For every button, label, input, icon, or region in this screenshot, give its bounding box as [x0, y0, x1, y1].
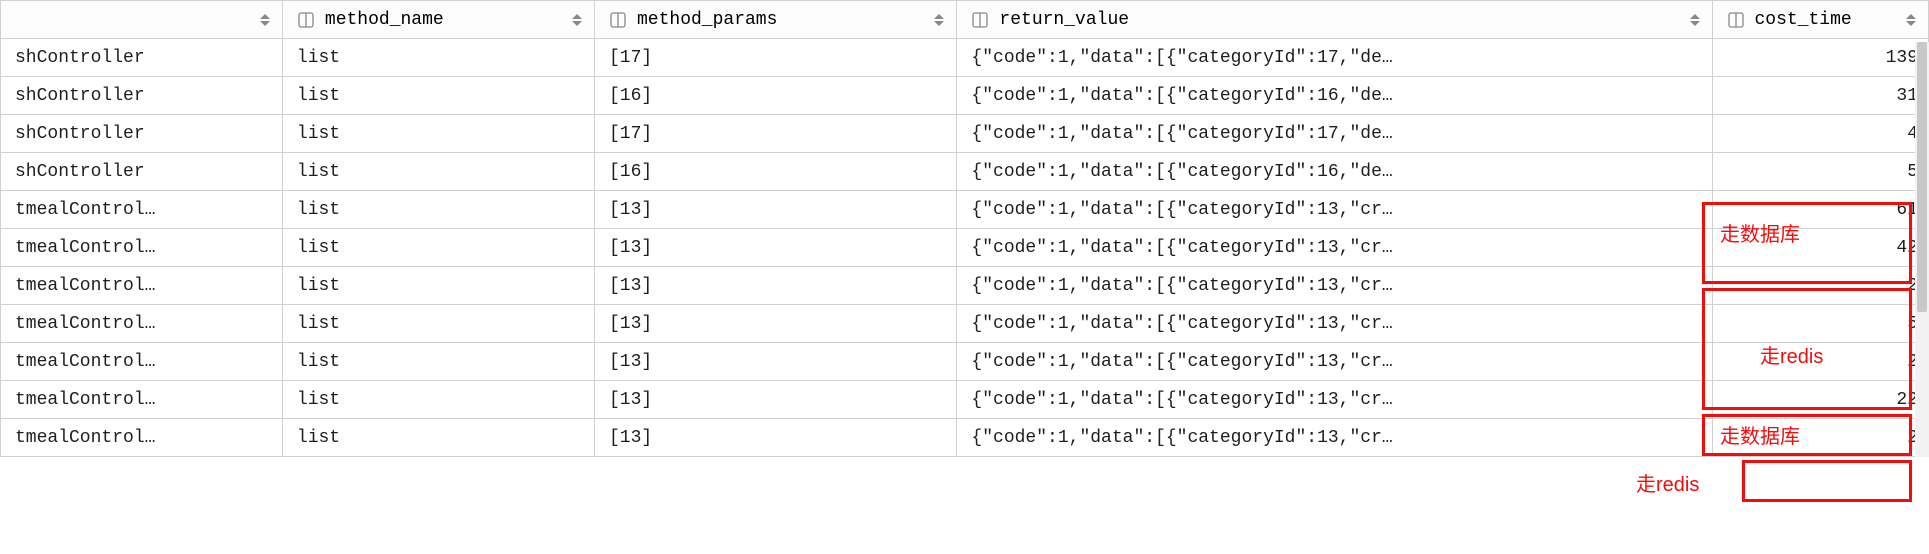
sort-icon[interactable]: [258, 14, 272, 26]
cell-class-name[interactable]: tmealControl…: [1, 191, 283, 229]
cell-return-value[interactable]: {"code":1,"data":[{"categoryId":13,"cr…: [957, 267, 1712, 305]
cell-method-params[interactable]: [13]: [594, 229, 956, 267]
table-row[interactable]: tmealControl… list [13] {"code":1,"data"…: [1, 419, 1929, 457]
cell-method-params[interactable]: [16]: [594, 77, 956, 115]
cell-return-value[interactable]: {"code":1,"data":[{"categoryId":17,"de…: [957, 115, 1712, 153]
cell-method-name[interactable]: list: [282, 77, 594, 115]
table-row[interactable]: tmealControl… list [13] {"code":1,"data"…: [1, 229, 1929, 267]
cell-return-value[interactable]: {"code":1,"data":[{"categoryId":13,"cr…: [957, 229, 1712, 267]
cell-method-name[interactable]: list: [282, 229, 594, 267]
cell-cost-time[interactable]: 139: [1712, 39, 1929, 77]
col-header-label: return_value: [999, 10, 1677, 30]
col-header-label: method_name: [325, 10, 560, 30]
cell-cost-time[interactable]: 4: [1712, 115, 1929, 153]
column-icon: [971, 11, 989, 29]
sort-icon[interactable]: [932, 14, 946, 26]
cell-class-name[interactable]: shController: [1, 77, 283, 115]
cell-class-name[interactable]: shController: [1, 115, 283, 153]
cell-method-params[interactable]: [17]: [594, 39, 956, 77]
cell-method-params[interactable]: [13]: [594, 419, 956, 457]
results-table: method_name method_params return_value: [0, 0, 1929, 457]
cell-method-name[interactable]: list: [282, 153, 594, 191]
cell-method-name[interactable]: list: [282, 115, 594, 153]
cell-method-params[interactable]: [13]: [594, 381, 956, 419]
vertical-scrollbar[interactable]: [1915, 42, 1929, 457]
cell-class-name[interactable]: tmealControl…: [1, 267, 283, 305]
column-icon: [297, 11, 315, 29]
col-header-cost-time[interactable]: cost_time: [1712, 1, 1929, 39]
cell-method-params[interactable]: [17]: [594, 115, 956, 153]
cell-method-name[interactable]: list: [282, 305, 594, 343]
cell-method-params[interactable]: [13]: [594, 343, 956, 381]
cell-return-value[interactable]: {"code":1,"data":[{"categoryId":16,"de…: [957, 153, 1712, 191]
cell-method-name[interactable]: list: [282, 343, 594, 381]
annotation-label-redis-2: 走redis: [1636, 468, 1699, 497]
table-row[interactable]: shController list [17] {"code":1,"data":…: [1, 39, 1929, 77]
cell-class-name[interactable]: tmealControl…: [1, 381, 283, 419]
cell-cost-time[interactable]: 42: [1712, 229, 1929, 267]
cell-method-params[interactable]: [13]: [594, 267, 956, 305]
cell-method-name[interactable]: list: [282, 39, 594, 77]
table-body: shController list [17] {"code":1,"data":…: [1, 39, 1929, 457]
col-header-method-params[interactable]: method_params: [594, 1, 956, 39]
col-header-method-name[interactable]: method_name: [282, 1, 594, 39]
col-header-label: cost_time: [1755, 10, 1895, 30]
cell-return-value[interactable]: {"code":1,"data":[{"categoryId":13,"cr…: [957, 419, 1712, 457]
cell-method-params[interactable]: [13]: [594, 305, 956, 343]
table-row[interactable]: shController list [16] {"code":1,"data":…: [1, 77, 1929, 115]
sort-icon[interactable]: [1688, 14, 1702, 26]
cell-class-name[interactable]: shController: [1, 153, 283, 191]
cell-class-name[interactable]: tmealControl…: [1, 419, 283, 457]
cell-method-name[interactable]: list: [282, 381, 594, 419]
col-header-return-value[interactable]: return_value: [957, 1, 1712, 39]
table-row[interactable]: shController list [16] {"code":1,"data":…: [1, 153, 1929, 191]
cell-cost-time[interactable]: 2: [1712, 267, 1929, 305]
cell-class-name[interactable]: shController: [1, 39, 283, 77]
col-header-label: method_params: [637, 10, 922, 30]
cell-return-value[interactable]: {"code":1,"data":[{"categoryId":13,"cr…: [957, 381, 1712, 419]
sort-icon[interactable]: [1904, 14, 1918, 26]
cell-cost-time[interactable]: 5: [1712, 153, 1929, 191]
cell-return-value[interactable]: {"code":1,"data":[{"categoryId":13,"cr…: [957, 191, 1712, 229]
column-icon: [609, 11, 627, 29]
cell-class-name[interactable]: tmealControl…: [1, 343, 283, 381]
annotation-box-redis-2: [1742, 460, 1912, 502]
cell-return-value[interactable]: {"code":1,"data":[{"categoryId":13,"cr…: [957, 343, 1712, 381]
cell-return-value[interactable]: {"code":1,"data":[{"categoryId":13,"cr…: [957, 305, 1712, 343]
col-header-class-name[interactable]: [1, 1, 283, 39]
cell-method-name[interactable]: list: [282, 191, 594, 229]
cell-method-name[interactable]: list: [282, 419, 594, 457]
column-icon: [1727, 11, 1745, 29]
table-row[interactable]: tmealControl… list [13] {"code":1,"data"…: [1, 305, 1929, 343]
cell-method-params[interactable]: [16]: [594, 153, 956, 191]
cell-cost-time[interactable]: 31: [1712, 77, 1929, 115]
cell-class-name[interactable]: tmealControl…: [1, 229, 283, 267]
table-header-row: method_name method_params return_value: [1, 1, 1929, 39]
cell-return-value[interactable]: {"code":1,"data":[{"categoryId":17,"de…: [957, 39, 1712, 77]
table-row[interactable]: tmealControl… list [13] {"code":1,"data"…: [1, 381, 1929, 419]
cell-return-value[interactable]: {"code":1,"data":[{"categoryId":16,"de…: [957, 77, 1712, 115]
cell-cost-time[interactable]: 2: [1712, 343, 1929, 381]
table-row[interactable]: tmealControl… list [13] {"code":1,"data"…: [1, 191, 1929, 229]
scrollbar-thumb[interactable]: [1917, 42, 1927, 312]
results-grid-container: method_name method_params return_value: [0, 0, 1929, 457]
table-row[interactable]: shController list [17] {"code":1,"data":…: [1, 115, 1929, 153]
table-row[interactable]: tmealControl… list [13] {"code":1,"data"…: [1, 343, 1929, 381]
cell-method-name[interactable]: list: [282, 267, 594, 305]
cell-cost-time[interactable]: 5: [1712, 305, 1929, 343]
cell-cost-time[interactable]: 61: [1712, 191, 1929, 229]
cell-method-params[interactable]: [13]: [594, 191, 956, 229]
cell-class-name[interactable]: tmealControl…: [1, 305, 283, 343]
cell-cost-time[interactable]: 2: [1712, 419, 1929, 457]
cell-cost-time[interactable]: 22: [1712, 381, 1929, 419]
table-row[interactable]: tmealControl… list [13] {"code":1,"data"…: [1, 267, 1929, 305]
sort-icon[interactable]: [570, 14, 584, 26]
